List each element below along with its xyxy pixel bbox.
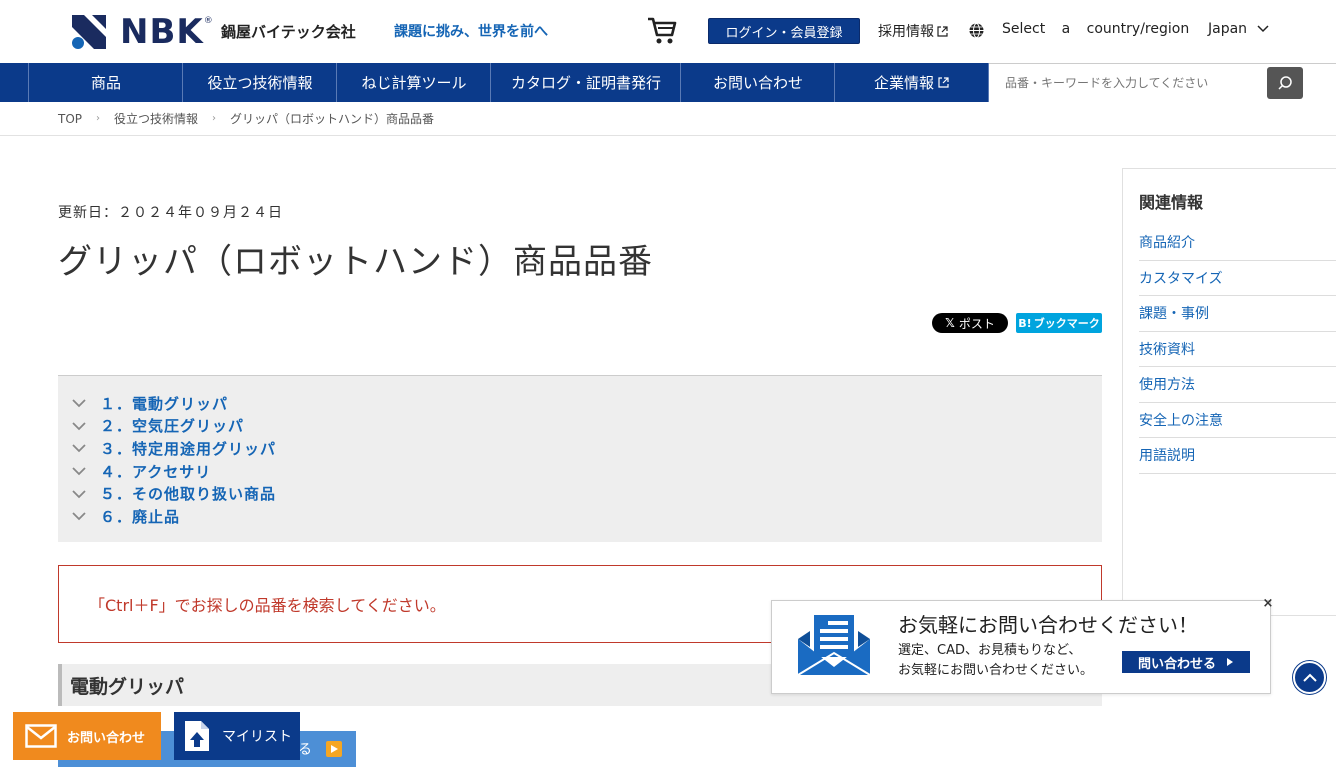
nav-item-company[interactable]: 企業情報: [834, 63, 989, 102]
updated-date: 更新日：２０２４年０９月２４日: [58, 205, 283, 221]
toc-item[interactable]: ４．アクセサリ: [58, 460, 1102, 483]
nbk-logo-icon: [70, 13, 108, 51]
toc-item[interactable]: １．電動グリッパ: [58, 392, 1102, 415]
mail-icon: [25, 724, 57, 748]
chevron-down-icon: [72, 490, 86, 498]
upload-document-icon: [185, 721, 209, 751]
x-post-label: ポスト: [958, 316, 995, 331]
nav-item-contact[interactable]: お問い合わせ: [680, 63, 835, 102]
chevron-right-icon: ›: [96, 113, 101, 124]
notice-text: 「Ctrl＋F」でお探しの品番を検索してください。: [89, 596, 446, 615]
registered-mark: ®: [203, 16, 213, 26]
country-prompt: Select a country/region: [1002, 21, 1190, 37]
popup-body-line: 選定、CAD、お見積もりなど、: [898, 643, 1082, 658]
nav-label: 役立つ技術情報: [207, 74, 313, 92]
toc-label: ６．廃止品: [100, 507, 181, 526]
x-post-button[interactable]: 𝕏 ポスト: [932, 313, 1008, 333]
chevron-down-icon: [72, 399, 86, 408]
nav-item-screw-tool[interactable]: ねじ計算ツール: [336, 63, 491, 102]
login-register-button[interactable]: ログイン・会員登録: [708, 18, 860, 44]
nav-item-tech-info[interactable]: 役立つ技術情報: [182, 63, 337, 102]
page-title: グリッパ（ロボットハンド）商品品番: [58, 242, 653, 282]
toc-item[interactable]: ３．特定用途用グリッパ: [58, 437, 1102, 460]
chevron-down-icon: [72, 444, 86, 453]
document-mail-icon: [797, 615, 871, 676]
chevron-right-icon: ›: [212, 113, 217, 124]
breadcrumb-tech-info[interactable]: 役立つ技術情報: [114, 110, 198, 127]
hatena-bookmark-button[interactable]: B! ブックマーク: [1016, 313, 1102, 333]
sidebar-item-customize[interactable]: カスタマイズ: [1139, 261, 1336, 296]
country-value: Japan: [1208, 21, 1248, 37]
chevron-up-icon: [1302, 673, 1317, 682]
sidebar-item-tech-docs[interactable]: 技術資料: [1139, 332, 1336, 367]
toc-item[interactable]: ５．その他取り扱い商品: [58, 482, 1102, 505]
nav-label: カタログ・証明書発行: [510, 74, 661, 92]
play-icon: [326, 741, 342, 757]
nbk-logo[interactable]: NBK ®: [70, 12, 213, 52]
search-icon: [1278, 76, 1292, 90]
chevron-down-icon: [72, 467, 86, 476]
popup-body: 選定、CAD、お見積もりなど、 お気軽にお問い合わせください。: [898, 641, 1093, 681]
toc-label: ４．アクセサリ: [100, 462, 212, 481]
floating-mylist-button[interactable]: マイリスト: [174, 712, 300, 760]
chevron-down-icon: [72, 512, 86, 521]
external-link-icon: [937, 25, 948, 37]
related-info-sidebar: 関連情報 商品紹介 カスタマイズ 課題・事例 技術資料 使用方法 安全上の注意 …: [1122, 168, 1336, 616]
globe-icon: [969, 23, 984, 38]
section-title: 電動グリッパ: [70, 675, 185, 698]
back-to-top-button[interactable]: [1293, 661, 1326, 694]
hatena-label: ブックマーク: [1033, 317, 1100, 330]
nav-item-products[interactable]: 商品: [28, 63, 183, 102]
breadcrumb-top[interactable]: TOP: [58, 112, 82, 126]
x-icon: 𝕏: [945, 316, 955, 330]
search-input[interactable]: [989, 64, 1259, 101]
floating-contact-label: お問い合わせ: [67, 730, 146, 746]
search-box: [989, 63, 1336, 102]
nav-label: 商品: [90, 74, 121, 92]
company-name: 鍋屋バイテック会社: [221, 23, 356, 41]
arrow-right-icon: [1227, 658, 1233, 666]
popup-inquire-button[interactable]: 問い合わせる: [1122, 651, 1250, 673]
toc-label: ２．空気圧グリッパ: [100, 417, 245, 436]
breadcrumb-current: グリッパ（ロボットハンド）商品品番: [230, 112, 435, 126]
toc-label: ３．特定用途用グリッパ: [100, 439, 277, 458]
nav-item-catalog[interactable]: カタログ・証明書発行: [490, 63, 681, 102]
chevron-down-icon: [1257, 25, 1269, 33]
nav-label: お問い合わせ: [712, 74, 803, 92]
table-of-contents: １．電動グリッパ ２．空気圧グリッパ ３．特定用途用グリッパ ４．アクセサリ ５…: [58, 375, 1102, 542]
floating-mylist-label: マイリスト: [222, 729, 292, 745]
search-button[interactable]: [1267, 67, 1303, 99]
nav-label: ねじ計算ツール: [361, 74, 467, 92]
tagline: 課題に挑み、世界を前へ: [394, 24, 548, 40]
popup-button-label: 問い合わせる: [1137, 656, 1216, 672]
sidebar-item-cases[interactable]: 課題・事例: [1139, 296, 1336, 332]
sidebar-item-products[interactable]: 商品紹介: [1139, 225, 1336, 261]
floating-contact-button[interactable]: お問い合わせ: [13, 712, 161, 760]
toc-item[interactable]: ２．空気圧グリッパ: [58, 415, 1102, 438]
toc-label: ５．その他取り扱い商品: [100, 485, 277, 504]
breadcrumb: TOP › 役立つ技術情報 › グリッパ（ロボットハンド）商品品番: [58, 110, 434, 127]
brand-name: NBK: [120, 12, 204, 52]
recruit-label: 採用情報: [878, 24, 934, 40]
external-link-icon: [938, 77, 949, 88]
popup-body-line: お気軽にお問い合わせください。: [898, 663, 1094, 678]
sidebar-item-safety[interactable]: 安全上の注意: [1139, 403, 1336, 438]
recruit-link[interactable]: 採用情報: [878, 21, 948, 41]
popup-title: お気軽にお問い合わせください！: [898, 613, 1198, 637]
cart-icon[interactable]: [646, 14, 678, 46]
chevron-down-icon: [72, 422, 86, 431]
section-link-label: る: [298, 742, 312, 758]
toc-label: １．電動グリッパ: [100, 394, 229, 413]
breadcrumb-divider: [0, 135, 1336, 136]
close-icon[interactable]: ×: [1261, 596, 1275, 611]
toc-item[interactable]: ６．廃止品: [58, 505, 1102, 528]
contact-popup: × お気軽にお問い合わせください！ 選定、CAD、お見積もりなど、 お気軽にお問…: [771, 596, 1273, 694]
hatena-icon: B!: [1018, 316, 1032, 330]
sidebar-item-usage[interactable]: 使用方法: [1139, 367, 1336, 403]
sidebar-title: 関連情報: [1139, 193, 1204, 212]
site-header: NBK ® 鍋屋バイテック会社 課題に挑み、世界を前へ ログイン・会員登録 採用…: [0, 0, 1336, 63]
country-selector[interactable]: Japan: [1208, 21, 1269, 37]
sidebar-item-glossary[interactable]: 用語説明: [1139, 438, 1336, 474]
nav-label: 企業情報: [873, 74, 934, 92]
